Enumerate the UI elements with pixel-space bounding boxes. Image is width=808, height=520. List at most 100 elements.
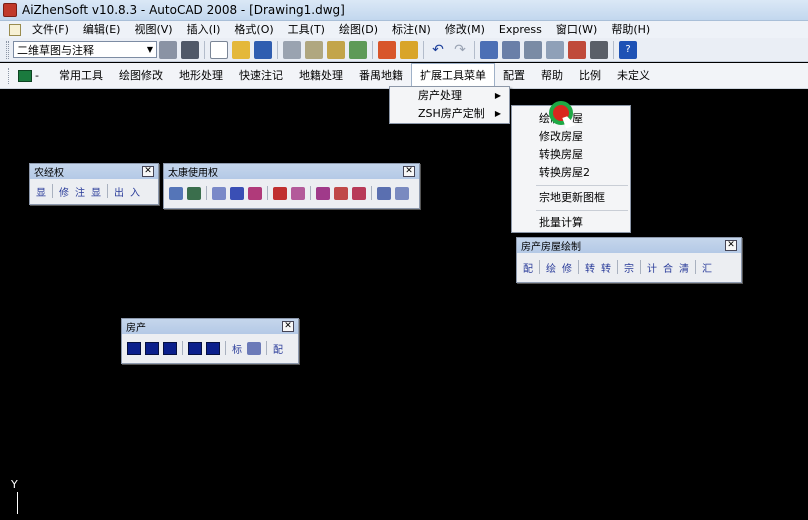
submenu-item-convert-house[interactable]: 转换房屋 — [512, 146, 630, 164]
calculator-icon[interactable] — [590, 40, 608, 59]
cut-icon[interactable] — [378, 40, 396, 59]
fc-tool-2-icon[interactable] — [145, 341, 159, 355]
custom-menu-draw-modify[interactable]: 绘图修改 — [111, 63, 171, 89]
custom-menu-panyu-cadastral[interactable]: 番禺地籍 — [351, 63, 411, 89]
redo-icon[interactable]: ↷ — [451, 41, 469, 59]
menu-edit[interactable]: 编辑(E) — [76, 21, 128, 38]
dropdown-item-property-processing[interactable]: 房产处理 ▶ — [390, 87, 509, 105]
print-icon[interactable] — [283, 40, 301, 59]
menu-file[interactable]: 文件(F) — [25, 21, 76, 38]
custom-menu-scale[interactable]: 比例 — [571, 63, 609, 89]
tk-tool-11-icon[interactable] — [377, 186, 391, 200]
menu-tools[interactable]: 工具(T) — [281, 21, 332, 38]
menu-express[interactable]: Express — [492, 21, 549, 38]
fangchan-draw-toolbar: 房产房屋绘制 ✕ 配 绘 修 转 转 宗 计 合 清 汇 — [516, 237, 742, 283]
custom-menu-cadastral[interactable]: 地籍处理 — [291, 63, 351, 89]
workspace-combo[interactable]: 二维草图与注释 ▼ — [13, 41, 157, 58]
tk-tool-4-icon[interactable] — [230, 186, 244, 200]
tk-tool-9-icon[interactable] — [334, 186, 348, 200]
tk-tool-5-icon[interactable] — [248, 186, 262, 200]
fd-config-button[interactable]: 配 — [520, 260, 536, 275]
save-icon[interactable] — [254, 40, 272, 59]
submenu-item-update-frame[interactable]: 宗地更新图框 — [512, 189, 630, 207]
fd-convert-button[interactable]: 转 — [582, 260, 598, 275]
custom-menu-config[interactable]: 配置 — [495, 63, 533, 89]
new-file-icon[interactable] — [210, 40, 228, 59]
nj-export-button[interactable]: 出 — [111, 184, 127, 199]
tk-tool-8-icon[interactable] — [316, 186, 330, 200]
custom-menu-extended-tools[interactable]: 扩展工具菜单 — [410, 63, 495, 88]
fd-calc-button[interactable]: 计 — [644, 260, 660, 275]
help-icon[interactable]: ? — [619, 40, 637, 59]
fc-tool-3-icon[interactable] — [163, 341, 177, 355]
nj-import-button[interactable]: 入 — [127, 184, 143, 199]
design-center-icon[interactable] — [546, 40, 564, 59]
menu-help[interactable]: 帮助(H) — [604, 21, 657, 38]
menu-modify[interactable]: 修改(M) — [438, 21, 492, 38]
fd-summary-button[interactable]: 汇 — [699, 260, 715, 275]
custom-menu-undefined[interactable]: 未定义 — [609, 63, 658, 89]
tk-tool-3-icon[interactable] — [212, 186, 226, 200]
submenu-item-batch-calc[interactable]: 批量计算 — [512, 214, 630, 232]
publish-icon[interactable] — [327, 40, 345, 59]
menu-format[interactable]: 格式(O) — [227, 21, 280, 38]
fc-tool-4-icon[interactable] — [188, 341, 202, 355]
workspace-settings-icon[interactable] — [159, 40, 177, 59]
tool-palettes-icon[interactable] — [568, 40, 586, 59]
close-icon[interactable]: ✕ — [282, 321, 294, 332]
tk-tool-7-icon[interactable] — [291, 186, 305, 200]
nj-show2-button[interactable]: 显 — [88, 184, 104, 199]
toolbar-title-bar[interactable]: 房产 ✕ — [122, 319, 298, 334]
open-file-icon[interactable] — [232, 40, 250, 59]
toolbar-title-bar[interactable]: 房产房屋绘制 ✕ — [517, 238, 741, 253]
fd-merge-button[interactable]: 合 — [660, 260, 676, 275]
pan-icon[interactable] — [480, 40, 498, 59]
ucs-icon: Y — [11, 478, 18, 514]
print-preview-icon[interactable] — [305, 40, 323, 59]
properties-icon[interactable] — [524, 40, 542, 59]
menu-draw[interactable]: 绘图(D) — [332, 21, 385, 38]
workspace-save-icon[interactable] — [181, 40, 199, 59]
close-icon[interactable]: ✕ — [725, 240, 737, 251]
fd-clear-button[interactable]: 清 — [676, 260, 692, 275]
custom-menu-quick-note[interactable]: 快速注记 — [231, 63, 291, 89]
fd-convert2-button[interactable]: 转 — [598, 260, 614, 275]
undo-icon[interactable]: ↶ — [429, 41, 447, 59]
menu-insert[interactable]: 插入(I) — [180, 21, 228, 38]
custom-menu-help[interactable]: 帮助 — [533, 63, 571, 89]
zoom-icon[interactable] — [502, 40, 520, 59]
fc-tool-5-icon[interactable] — [206, 341, 220, 355]
fc-tool-1-icon[interactable] — [127, 341, 141, 355]
custom-menu-common-tools[interactable]: 常用工具 — [51, 63, 111, 89]
close-icon[interactable]: ✕ — [142, 166, 154, 177]
nj-show-button[interactable]: 显 — [33, 184, 49, 199]
menu-view[interactable]: 视图(V) — [127, 21, 179, 38]
fc-config-button[interactable]: 配 — [270, 341, 286, 356]
toolbar-grip[interactable] — [6, 40, 9, 59]
document-icon[interactable] — [9, 23, 21, 36]
fc-dimension-icon[interactable] — [247, 341, 261, 355]
toolbar-title-bar[interactable]: 太康使用权 ✕ — [164, 164, 419, 179]
close-icon[interactable]: ✕ — [403, 166, 415, 177]
match-properties-icon[interactable] — [400, 40, 418, 59]
tk-tool-2-icon[interactable] — [187, 186, 201, 200]
menu-window[interactable]: 窗口(W) — [549, 21, 604, 38]
cad-icon[interactable] — [18, 69, 32, 82]
menu-dimension[interactable]: 标注(N) — [385, 21, 438, 38]
submenu-item-convert-house-2[interactable]: 转换房屋2 — [512, 164, 630, 182]
tk-tool-10-icon[interactable] — [352, 186, 366, 200]
fd-modify-button[interactable]: 修 — [559, 260, 575, 275]
custom-menu-terrain[interactable]: 地形处理 — [171, 63, 231, 89]
fc-label-button[interactable]: 标 — [229, 341, 245, 356]
tk-tool-6-icon[interactable] — [273, 186, 287, 200]
tk-tool-1-icon[interactable] — [169, 186, 183, 200]
fd-parcel-button[interactable]: 宗 — [621, 260, 637, 275]
toolbar-title-bar[interactable]: 农经权 ✕ — [30, 164, 158, 179]
fd-draw-button[interactable]: 绘 — [543, 260, 559, 275]
nj-modify-button[interactable]: 修 — [56, 184, 72, 199]
nj-note-button[interactable]: 注 — [72, 184, 88, 199]
tk-tool-12-icon[interactable] — [395, 186, 409, 200]
3d-dwf-icon[interactable] — [349, 40, 367, 59]
dropdown-item-zsh-property[interactable]: ZSH房产定制 ▶ — [390, 105, 509, 123]
submenu-item-modify-house[interactable]: 修改房屋 — [512, 128, 630, 146]
